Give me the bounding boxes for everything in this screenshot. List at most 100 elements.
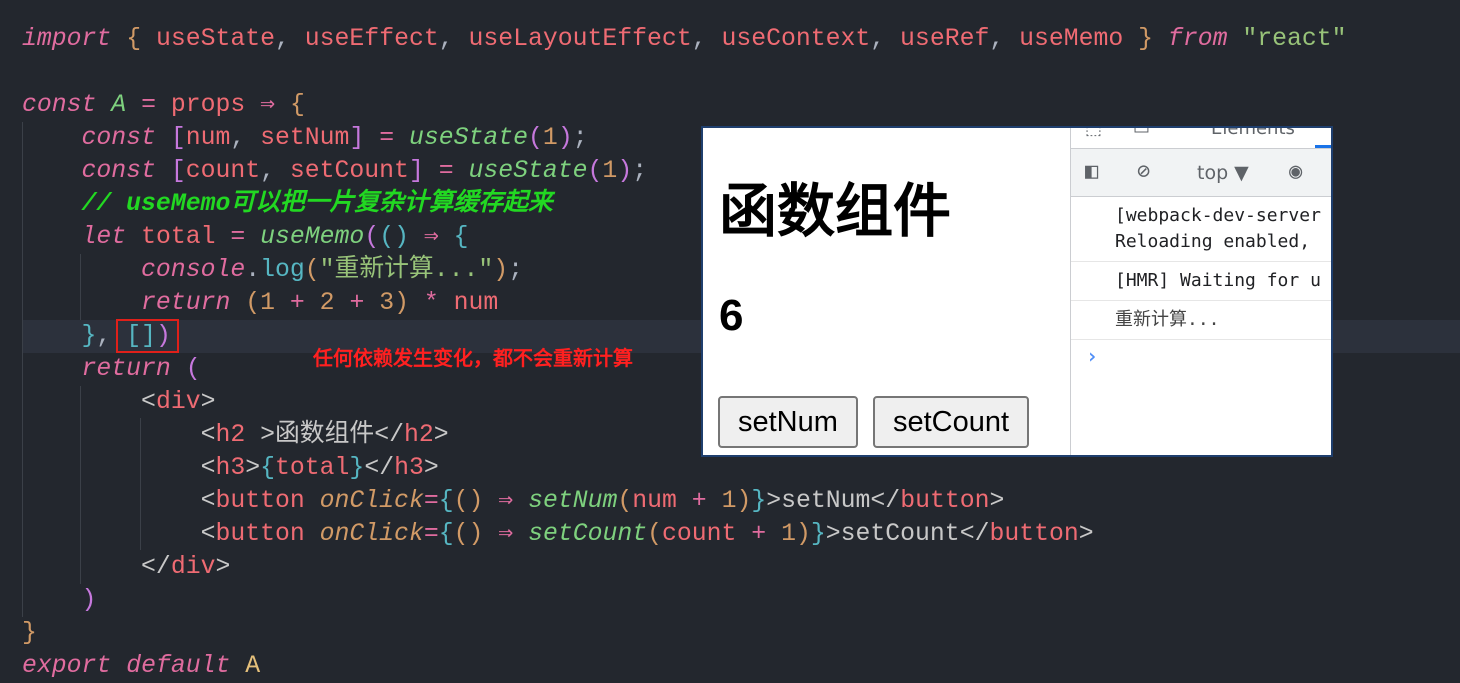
code-token: <	[200, 421, 216, 449]
code-token: )	[493, 256, 509, 284]
code-token: =	[423, 520, 439, 548]
code-token: log	[260, 256, 305, 284]
code-token: {	[289, 91, 305, 119]
clear-console-icon[interactable]: ⊘	[1137, 159, 1150, 184]
code-line: <button onClick={() ⇒ setNum(num + 1)}>s…	[22, 485, 1347, 518]
console-prompt-icon[interactable]: ›	[1071, 340, 1331, 368]
code-token: div	[170, 553, 216, 581]
code-token: )	[394, 289, 409, 317]
code-token: useState	[408, 124, 529, 152]
code-token: total	[275, 454, 350, 482]
code-token: ]	[408, 157, 424, 185]
code-token: button	[215, 487, 305, 515]
code-token: >	[245, 454, 261, 482]
code-token: const	[22, 91, 97, 119]
code-line: const A = props ⇒ {	[22, 89, 1347, 122]
code-token: count	[185, 157, 261, 185]
code-token: onClick	[319, 520, 424, 548]
code-token: (	[185, 355, 201, 383]
code-token: {	[126, 25, 142, 53]
code-token: {	[453, 223, 469, 251]
code-token: ;	[508, 256, 524, 284]
active-tab-indicator	[1315, 145, 1331, 148]
browser-window: 函数组件 6 setNum setCount ⬚ ▭ Elements ◧ ⊘ …	[701, 126, 1333, 457]
code-token: =	[423, 157, 469, 185]
code-token: button	[900, 487, 990, 515]
code-token: (	[528, 124, 543, 152]
code-line: export default A	[22, 650, 1347, 683]
console-message: [HMR] Waiting for u	[1071, 262, 1331, 301]
code-token: >setNum	[766, 487, 871, 515]
code-token: num	[632, 487, 677, 515]
code-token: {	[438, 520, 454, 548]
code-token: >setCount	[825, 520, 960, 548]
code-token: onClick	[319, 487, 424, 515]
code-token: const	[81, 157, 156, 185]
code-token: )	[617, 157, 633, 185]
code-token: )	[81, 586, 97, 614]
code-token: >	[200, 388, 216, 416]
code-token: import	[22, 25, 112, 53]
code-token: >	[215, 553, 231, 581]
code-token: ⇒	[483, 520, 529, 548]
code-token: A	[111, 91, 127, 119]
console-toolbar: ◧ ⊘ top ▼ ◉	[1071, 149, 1331, 197]
code-token: ]	[349, 124, 365, 152]
code-token: ()	[379, 223, 409, 251]
set-num-button[interactable]: setNum	[718, 396, 858, 448]
code-token: .	[245, 256, 261, 284]
code-token: "react"	[1242, 25, 1347, 53]
code-token: </	[959, 520, 990, 548]
code-token: <	[200, 520, 216, 548]
code-token: setNum	[260, 124, 350, 152]
code-token: useState	[141, 25, 276, 53]
code-token: 2	[319, 289, 335, 317]
code-token: [	[170, 124, 186, 152]
code-token: const	[81, 124, 156, 152]
code-token: *	[409, 289, 454, 317]
code-token: setCount	[528, 520, 648, 548]
code-token: =	[423, 487, 439, 515]
code-token: useRef	[885, 25, 990, 53]
annotation-box	[116, 319, 179, 353]
code-token: =	[126, 91, 171, 119]
page-preview: 函数组件 6 setNum setCount	[703, 128, 1070, 455]
code-token: ,	[230, 124, 261, 152]
tab-elements[interactable]: Elements	[1211, 128, 1295, 139]
page-heading: 函数组件	[719, 177, 952, 245]
eye-icon[interactable]: ◉	[1289, 159, 1302, 184]
code-token: return	[81, 355, 171, 383]
code-token: >	[423, 454, 439, 482]
code-token: =	[215, 223, 261, 251]
code-token: console	[141, 256, 246, 284]
annotation-text: 任何依赖发生变化，都不会重新计算	[313, 346, 633, 370]
code-token: ,	[275, 25, 290, 53]
device-toolbar-icon[interactable]: ▭	[1133, 128, 1150, 139]
code-token: useLayoutEffect	[453, 25, 692, 53]
sidebar-toggle-icon[interactable]: ◧	[1085, 159, 1098, 184]
code-token: }	[751, 487, 767, 515]
code-token: (	[647, 520, 663, 548]
context-select[interactable]: top ▼	[1197, 162, 1249, 184]
code-token: (	[364, 223, 380, 251]
inspect-icon[interactable]: ⬚	[1085, 128, 1102, 139]
code-token: ()	[453, 487, 484, 515]
code-token: num	[453, 289, 499, 317]
set-count-button[interactable]: setCount	[873, 396, 1030, 448]
code-token: useContext	[706, 25, 871, 53]
code-token: (	[617, 487, 633, 515]
code-token: h3	[215, 454, 246, 482]
